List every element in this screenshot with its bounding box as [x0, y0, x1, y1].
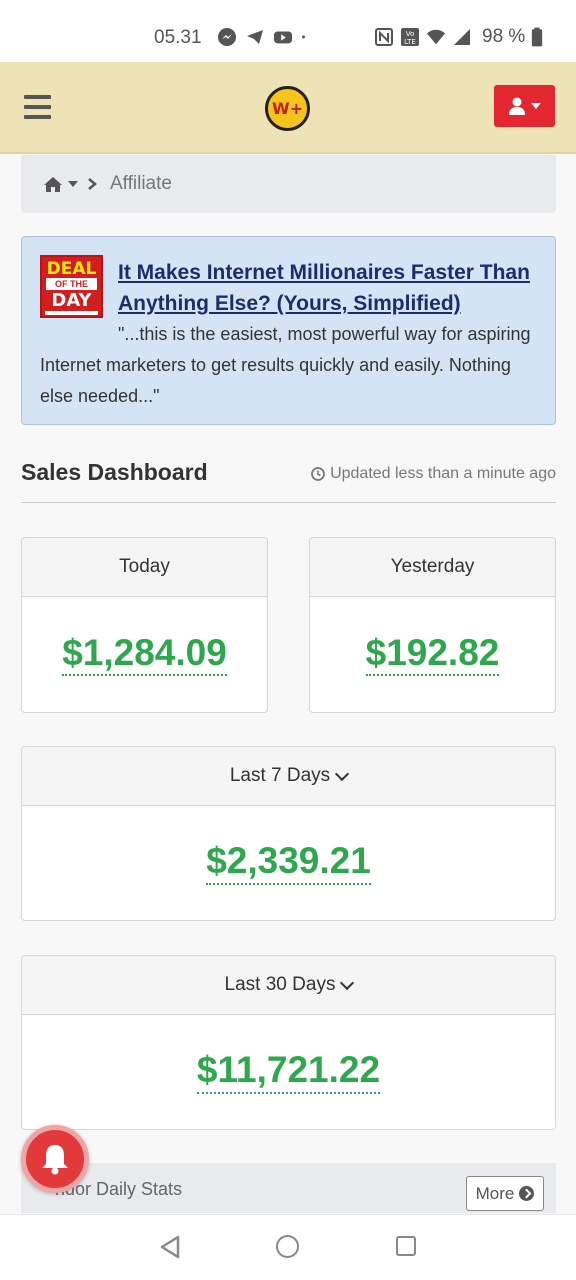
card-header: Yesterday	[310, 538, 555, 597]
battery-icon	[532, 27, 543, 47]
bell-icon	[42, 1145, 68, 1175]
breadcrumb-current: Affiliate	[110, 173, 172, 194]
last-7-days-card: Last 7 Days $2,339.21	[21, 746, 556, 921]
today-card: Today $1,284.09	[21, 537, 268, 713]
nfc-icon	[375, 28, 393, 46]
yesterday-card: Yesterday $192.82	[309, 537, 556, 713]
more-button[interactable]: More	[466, 1176, 544, 1211]
deal-quote: "...this is the easiest, most powerful w…	[40, 324, 531, 406]
dot-icon	[302, 35, 305, 39]
status-bar: 05.31 Vo LTE 98 %	[0, 0, 576, 62]
vendor-daily-stats: ndor Daily Stats More	[21, 1163, 556, 1213]
messenger-icon	[218, 28, 236, 46]
last-30-days-dropdown[interactable]: Last 30 Days	[22, 956, 555, 1015]
chevron-circle-right-icon	[519, 1186, 535, 1201]
last-7-days-dropdown[interactable]: Last 7 Days	[22, 747, 555, 806]
page-title: Sales Dashboard	[21, 459, 208, 485]
last-7-days-amount[interactable]: $2,339.21	[206, 840, 371, 885]
last-30-days-card: Last 30 Days $11,721.22	[21, 955, 556, 1130]
card-header: Today	[22, 538, 267, 597]
chevron-right-icon	[88, 178, 97, 190]
chevron-down-icon	[335, 766, 350, 781]
deal-badge: DEAL OF THE DAY	[40, 255, 103, 318]
signal-icon	[454, 29, 470, 45]
hamburger-icon[interactable]	[24, 95, 51, 119]
recent-apps-icon[interactable]	[396, 1236, 416, 1256]
status-time: 05.31	[154, 27, 202, 48]
yesterday-amount[interactable]: $192.82	[365, 632, 500, 677]
user-menu-button[interactable]	[494, 85, 555, 127]
breadcrumb: Affiliate	[21, 155, 556, 213]
volte-icon: VoLTE	[401, 28, 419, 46]
home-nav-icon[interactable]	[276, 1235, 299, 1258]
home-icon	[44, 176, 62, 192]
deal-title-link[interactable]: It Makes Internet Millionaires Faster Th…	[118, 257, 548, 319]
caret-down-icon	[68, 181, 78, 187]
app-header: W+	[0, 62, 576, 154]
wifi-icon	[426, 29, 446, 45]
clock-icon	[311, 467, 325, 481]
last-30-days-amount[interactable]: $11,721.22	[196, 1049, 381, 1094]
deal-of-the-day: DEAL OF THE DAY It Makes Internet Millio…	[21, 236, 556, 425]
back-icon[interactable]	[159, 1235, 181, 1259]
notification-bell-button[interactable]	[21, 1125, 89, 1193]
notification-icons	[217, 27, 311, 47]
system-icons: Vo LTE 98 %	[374, 26, 543, 48]
svg-text:Vo: Vo	[406, 30, 415, 38]
chevron-down-icon	[340, 975, 355, 990]
logo[interactable]: W+	[265, 86, 310, 131]
chevron-down-icon	[530, 103, 541, 109]
today-amount[interactable]: $1,284.09	[62, 632, 227, 677]
user-icon	[508, 97, 525, 115]
updated-status: Updated less than a minute ago	[311, 465, 556, 483]
system-nav-bar	[0, 1214, 576, 1280]
divider	[21, 502, 556, 503]
telegram-icon	[247, 30, 263, 44]
battery-percent: 98 %	[482, 26, 526, 47]
breadcrumb-home[interactable]	[43, 176, 78, 193]
youtube-icon	[273, 31, 293, 44]
svg-text:LTE: LTE	[404, 38, 416, 46]
